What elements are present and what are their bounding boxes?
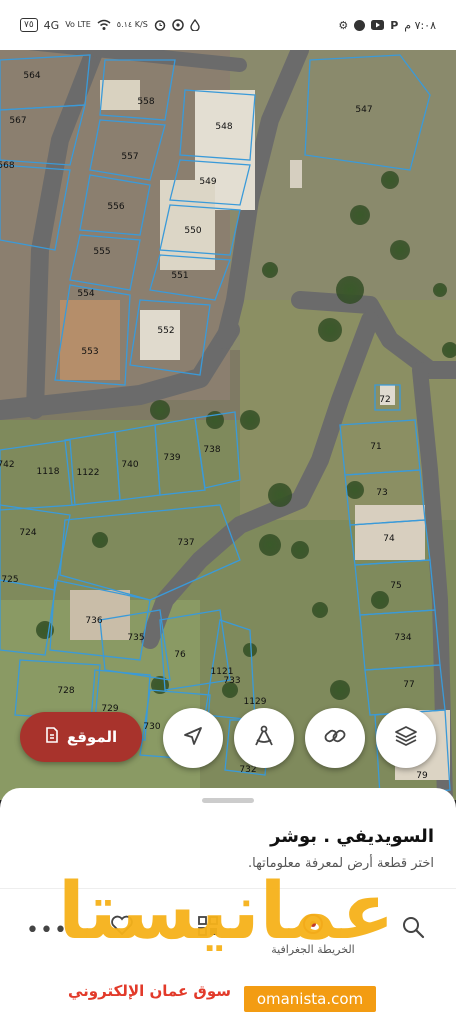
link-button[interactable] bbox=[305, 708, 365, 768]
watermark-tagline: سوق عمان الإلكتروني bbox=[68, 982, 232, 1000]
parcel-label[interactable]: 79 bbox=[416, 771, 428, 781]
parcel-label[interactable]: 77 bbox=[403, 680, 414, 690]
parcel-label[interactable]: 568 bbox=[0, 161, 15, 171]
parcel-label[interactable]: 550 bbox=[184, 226, 201, 236]
parcel-label[interactable]: 71 bbox=[370, 442, 381, 452]
watermark-brand: عمانيستا bbox=[58, 867, 396, 957]
watermark: عمانيستا سوق عمان الإلكتروني omanista.co… bbox=[58, 862, 398, 1012]
parcel-label[interactable]: 556 bbox=[107, 202, 124, 212]
parcel-label[interactable]: 724 bbox=[19, 528, 36, 538]
location-pin-icon bbox=[172, 19, 184, 31]
measure-button[interactable] bbox=[234, 708, 294, 768]
parcel-label[interactable]: 734 bbox=[394, 633, 411, 643]
search-icon bbox=[400, 914, 426, 943]
status-right: ⚙ P ٧:٠٨ م bbox=[338, 19, 436, 32]
parcel-label[interactable]: 735 bbox=[127, 633, 144, 643]
watermark-url: omanista.com bbox=[244, 986, 376, 1012]
parcel-label[interactable]: 551 bbox=[171, 271, 188, 281]
parcel-label[interactable]: 557 bbox=[121, 152, 138, 162]
parcel-label[interactable]: 554 bbox=[77, 289, 94, 299]
parcel-label[interactable]: 737 bbox=[177, 538, 194, 548]
navigation-arrow-icon bbox=[182, 725, 204, 751]
parcel-label[interactable]: 1122 bbox=[77, 468, 100, 478]
youtube-icon bbox=[371, 20, 385, 30]
parcel-label[interactable]: 739 bbox=[163, 453, 180, 463]
parcel-label[interactable]: 552 bbox=[157, 326, 174, 336]
parcel-label[interactable]: 738 bbox=[203, 445, 220, 455]
satellite-map[interactable]: 564 558 547 567 548 557 549 568 556 550 555 551 554 5… bbox=[0, 50, 456, 800]
parcel-label[interactable]: 75 bbox=[390, 581, 401, 591]
parcel-label[interactable]: 1118 bbox=[37, 467, 60, 477]
network-speed: ٥.١٤ K/S bbox=[116, 20, 148, 29]
parcel-label[interactable]: 740 bbox=[121, 460, 138, 470]
status-left: ٧٥ 4G Vo LTE ٥.١٤ K/S bbox=[20, 18, 200, 32]
link-icon bbox=[322, 723, 348, 753]
parking-icon: P bbox=[390, 18, 399, 32]
volte-label: Vo LTE bbox=[65, 20, 91, 29]
navigate-button[interactable] bbox=[163, 708, 223, 768]
drop-icon bbox=[190, 19, 200, 31]
alarm-icon bbox=[154, 19, 166, 31]
parcel-label[interactable]: 549 bbox=[199, 177, 216, 187]
location-button[interactable]: الموقع bbox=[20, 712, 142, 762]
place-title: السويديفي . بوشر bbox=[270, 826, 434, 847]
settings-gear-icon: ⚙ bbox=[338, 18, 349, 32]
sheet-drag-handle[interactable] bbox=[202, 798, 254, 803]
network-label: 4G bbox=[43, 18, 60, 32]
parcel-label[interactable]: 73 bbox=[376, 488, 387, 498]
battery-icon: ٧٥ bbox=[20, 18, 38, 32]
parcel-label[interactable]: 558 bbox=[137, 97, 154, 107]
parcel-label[interactable]: 730 bbox=[143, 722, 160, 732]
parcel-label[interactable]: 742 bbox=[0, 460, 15, 470]
parcel-label[interactable]: 736 bbox=[85, 616, 102, 626]
parcel-label[interactable]: 553 bbox=[81, 347, 98, 357]
parcel-label[interactable]: 74 bbox=[383, 534, 395, 544]
map-canvas[interactable]: 564 558 547 567 548 557 549 568 556 550 555 551 554 5… bbox=[0, 50, 456, 800]
parcel-label[interactable]: 72 bbox=[379, 395, 390, 405]
parcel-label[interactable]: 567 bbox=[9, 116, 26, 126]
clock-time: ٧:٠٨ م bbox=[404, 18, 436, 32]
parcel-label[interactable]: 76 bbox=[174, 650, 186, 660]
layers-icon bbox=[393, 723, 419, 753]
parcel-label[interactable]: 547 bbox=[355, 105, 372, 115]
whatsapp-icon bbox=[354, 19, 366, 31]
search-button[interactable] bbox=[400, 914, 426, 943]
parcel-label[interactable]: 548 bbox=[215, 122, 232, 132]
document-icon bbox=[45, 727, 59, 747]
parcel-label[interactable]: 728 bbox=[57, 686, 74, 696]
parcel-label[interactable]: 733 bbox=[223, 676, 240, 686]
parcel-label[interactable]: 555 bbox=[93, 247, 110, 257]
parcel-label[interactable]: 1129 bbox=[244, 697, 267, 707]
compass-measure-icon bbox=[251, 723, 277, 753]
status-bar: ٧٥ 4G Vo LTE ٥.١٤ K/S ⚙ P ٧:٠٨ م bbox=[0, 0, 456, 50]
parcel-label[interactable]: 564 bbox=[23, 71, 40, 81]
location-button-label: الموقع bbox=[66, 728, 118, 746]
parcel-label[interactable]: 725 bbox=[1, 575, 18, 585]
layers-button[interactable] bbox=[376, 708, 436, 768]
wifi-icon bbox=[97, 19, 111, 31]
